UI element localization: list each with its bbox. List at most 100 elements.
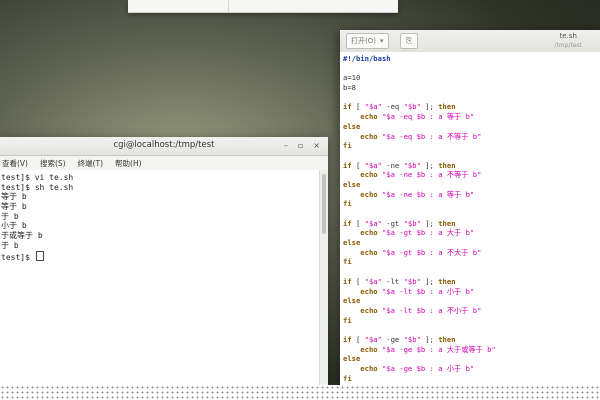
terminal-line-text: 于 b: [1, 240, 19, 250]
code-token: "$b": [403, 218, 421, 228]
code-line: #!/bin/bash: [343, 54, 600, 64]
code-line: if [ "$a" -gt "$b" ]; then: [343, 219, 600, 229]
code-token: "$a -ne $b : a 不等于 b": [381, 170, 482, 180]
terminal-output[interactable]: test]$ vi te.sh test]$ sh te.sh 等于 b 等于 b于 …: [0, 170, 320, 387]
code-token: else: [343, 354, 361, 364]
code-token: ];: [420, 334, 439, 344]
code-line: echo "$a -lt $b : a 小于 b": [343, 287, 600, 297]
code-token: echo: [343, 286, 382, 296]
code-token: echo: [343, 170, 382, 180]
terminal-menubar: 查看(V) 搜索(S) 终端(T) 帮助(H): [0, 156, 328, 171]
code-line: if [ "$a" -eq "$b" ]; then: [343, 102, 600, 112]
code-token: fi: [343, 257, 352, 267]
editor-headerbar: 打开(O) ▾ ⎘ te.sh /tmp/test: [340, 30, 600, 53]
menu-help[interactable]: 帮助(H): [115, 158, 142, 169]
code-token: then: [438, 276, 456, 286]
code-line: fi: [343, 257, 600, 267]
terminal-line-text: 等于 b: [1, 192, 27, 202]
terminal-line-text: 等于 b: [1, 202, 27, 212]
code-line: if [ "$a" -ge "$b" ]; then: [343, 335, 600, 345]
terminal-line: 于或等于 b: [1, 231, 320, 241]
code-line: echo "$a -gt $b : a 大于 b": [343, 228, 600, 238]
editor-file-title: te.sh /tmp/test: [554, 32, 582, 50]
code-token: "$a -eq $b : a 等于 b": [381, 112, 475, 122]
editor-window[interactable]: 打开(O) ▾ ⎘ te.sh /tmp/test #!/bin/bash a=1…: [340, 30, 600, 390]
code-token: ];: [420, 276, 439, 286]
menu-terminal[interactable]: 终端(T): [78, 158, 103, 169]
open-button[interactable]: 打开(O) ▾: [346, 33, 389, 49]
terminal-line: 等于 b: [1, 192, 320, 202]
code-line: else: [343, 180, 600, 190]
code-token: -lt: [381, 276, 404, 286]
dotted-border: [0, 385, 600, 400]
code-token: "$b": [403, 276, 421, 286]
code-token: then: [438, 160, 456, 170]
chevron-down-icon: ▾: [379, 37, 384, 45]
code-token: fi: [343, 373, 352, 383]
code-token: "$a": [364, 276, 382, 286]
editor-text-area[interactable]: #!/bin/bash a=10 b=8 if [ "$a" -eq "$b" ]; …: [340, 52, 600, 390]
code-token: "$a": [364, 334, 382, 344]
code-token: ];: [420, 218, 439, 228]
code-line: a=10: [343, 73, 600, 83]
code-line: echo "$a -ge $b : a 小于 b": [343, 364, 600, 374]
code-token: #!/bin/bash: [343, 54, 391, 63]
menu-view[interactable]: 查看(V): [2, 158, 28, 169]
editor-file-name: te.sh: [559, 32, 577, 40]
save-icon[interactable]: ⎘: [400, 33, 418, 49]
terminal-cursor: [35, 250, 44, 261]
terminal-window[interactable]: cgi@localhost:/tmp/test – ▫ × 查看(V) 搜索(S…: [0, 137, 328, 387]
close-icon[interactable]: ×: [313, 140, 320, 152]
code-token: if: [343, 102, 352, 112]
code-line: echo "$a -ne $b : a 等于 b": [343, 190, 600, 200]
terminal-line: test]$ sh te.sh: [1, 183, 320, 193]
code-token: "$a -ge $b : a 大于或等于 b": [381, 344, 496, 354]
code-token: then: [438, 102, 456, 112]
code-token: [: [351, 276, 365, 286]
code-token: echo: [343, 247, 382, 257]
terminal-titlebar[interactable]: cgi@localhost:/tmp/test – ▫ ×: [0, 137, 328, 156]
code-line: else: [343, 238, 600, 248]
code-line: fi: [343, 374, 600, 384]
code-token: ];: [420, 160, 439, 170]
code-token: then: [438, 334, 456, 344]
code-line: if [ "$a" -ne "$b" ]; then: [343, 161, 600, 171]
code-token: else: [343, 238, 361, 248]
code-line: else: [343, 296, 600, 306]
editor-file-path: /tmp/test: [554, 42, 582, 49]
code-token: [: [351, 160, 365, 170]
code-token: echo: [343, 189, 382, 199]
code-token: "$a -lt $b : a 不小于 b": [381, 305, 482, 315]
maximize-icon[interactable]: ▫: [298, 140, 303, 152]
terminal-scrollbar-thumb[interactable]: [322, 174, 326, 234]
open-button-label: 打开(O): [351, 37, 376, 45]
code-line: echo "$a -eq $b : a 不等于 b": [343, 132, 600, 142]
code-token: "$b": [403, 334, 421, 344]
code-token: "$a": [364, 160, 382, 170]
background-window[interactable]: [128, 0, 398, 13]
code-token: "$a -ge $b : a 小于 b": [381, 364, 475, 373]
code-token: ];: [420, 102, 439, 112]
terminal-line: test]$ vi te.sh: [1, 173, 320, 183]
menu-search[interactable]: 搜索(S): [40, 158, 66, 169]
minimize-icon[interactable]: –: [284, 140, 288, 152]
code-token: a=10: [343, 73, 361, 83]
code-token: "$b": [403, 160, 421, 170]
code-line: echo "$a -lt $b : a 不小于 b": [343, 306, 600, 316]
terminal-line-text: test]$ vi te.sh: [1, 173, 74, 182]
code-token: if: [343, 334, 352, 344]
code-line: echo "$a -ne $b : a 不等于 b": [343, 170, 600, 180]
code-token: "$a": [364, 102, 382, 112]
code-line: echo "$a -eq $b : a 等于 b": [343, 112, 600, 122]
code-token: [: [351, 218, 365, 228]
code-token: echo: [343, 305, 382, 315]
code-token: [: [351, 334, 365, 344]
code-token: "$a -gt $b : a 大于 b": [381, 228, 475, 238]
terminal-scrollbar[interactable]: [319, 170, 328, 387]
code-token: "$b": [403, 102, 421, 112]
terminal-line-text: test]$ sh te.sh: [1, 182, 74, 192]
code-token: then: [438, 218, 456, 228]
code-line: echo "$a -gt $b : a 不大于 b": [343, 248, 600, 258]
terminal-line-text: 于或等于 b: [1, 231, 43, 241]
